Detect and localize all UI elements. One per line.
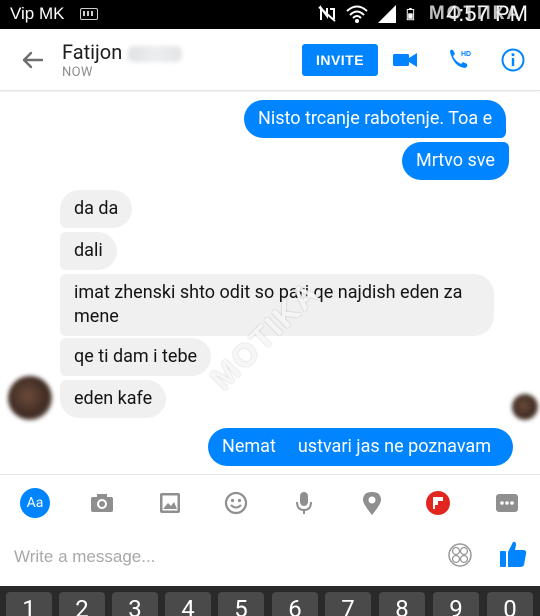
corner-watermark: МОТИКА [428,3,522,24]
message-bubble-incoming[interactable]: da da [60,190,133,228]
status-icons [316,4,420,24]
message-bubble-outgoing[interactable]: Nemat ustvari jas ne poznavam [208,428,513,466]
composer-input-row [0,528,540,586]
key-3[interactable]: 3 [112,592,158,616]
battery-icon [406,7,415,21]
key-8[interactable]: 8 [379,592,425,616]
message-text: mene [74,306,119,327]
contact-avatar[interactable] [8,376,52,420]
contact-name[interactable]: Fatijon [62,40,183,64]
sticker-icon[interactable] [446,541,474,569]
composer-toolbar: Aa [0,474,540,528]
key-0[interactable]: 0 [487,592,533,616]
message-thread[interactable]: Nisto trcanje rabotenje. Toa e Mrtvo sve… [0,92,540,474]
message-text: Nemat [222,436,276,457]
keyboard-indicator-icon [80,8,98,20]
invite-button[interactable]: INVITE [302,44,378,76]
wifi-icon [346,5,368,23]
read-receipt-avatar [512,394,538,420]
key-2[interactable]: 2 [59,592,105,616]
location-icon[interactable] [358,489,386,517]
signal-icon [378,5,396,23]
message-bubble-outgoing[interactable]: Nisto trcanje rabotenje. Toa e [244,100,507,138]
more-icon[interactable] [493,489,521,517]
message-bubble-incoming[interactable]: eden kafe [60,380,167,418]
back-arrow-icon[interactable] [18,45,48,75]
key-6[interactable]: 6 [272,592,318,616]
svg-text:HD: HD [461,51,471,58]
key-7[interactable]: 7 [325,592,371,616]
flipboard-icon[interactable] [424,489,452,517]
message-bubble-outgoing[interactable]: Mrtvo sve [402,142,509,180]
message-text: imat zhenski shto odit so pari qe najdis… [74,282,463,303]
key-5[interactable]: 5 [218,592,264,616]
video-call-icon[interactable] [392,47,418,73]
camera-icon[interactable] [88,489,116,517]
aa-icon[interactable]: Aa [20,488,50,518]
info-icon[interactable] [500,47,526,73]
message-bubble-incoming[interactable]: dali [60,232,117,270]
message-input[interactable] [14,542,434,572]
nfc-muted-icon [318,5,336,22]
hd-phone-icon[interactable]: HD [446,47,472,73]
key-4[interactable]: 4 [165,592,211,616]
key-1[interactable]: 1 [6,592,52,616]
contact-status: NOW [62,65,93,80]
like-icon[interactable] [498,538,528,570]
contact-name-text: Fatijon [62,40,123,64]
microphone-icon[interactable] [290,489,318,517]
key-9[interactable]: 9 [433,592,479,616]
gallery-icon[interactable] [156,489,184,517]
conversation-header: Fatijon NOW INVITE HD [0,29,540,91]
message-bubble-incoming[interactable]: qe ti dam i tebe [60,338,212,376]
emoji-icon[interactable] [222,489,250,517]
carrier-label: Vip MK [10,4,65,23]
keyboard-number-row: 1 2 3 4 5 6 7 8 9 0 [0,586,540,616]
blurred-surname [128,45,183,62]
message-text: ustvari jas ne poznavam [297,436,492,457]
